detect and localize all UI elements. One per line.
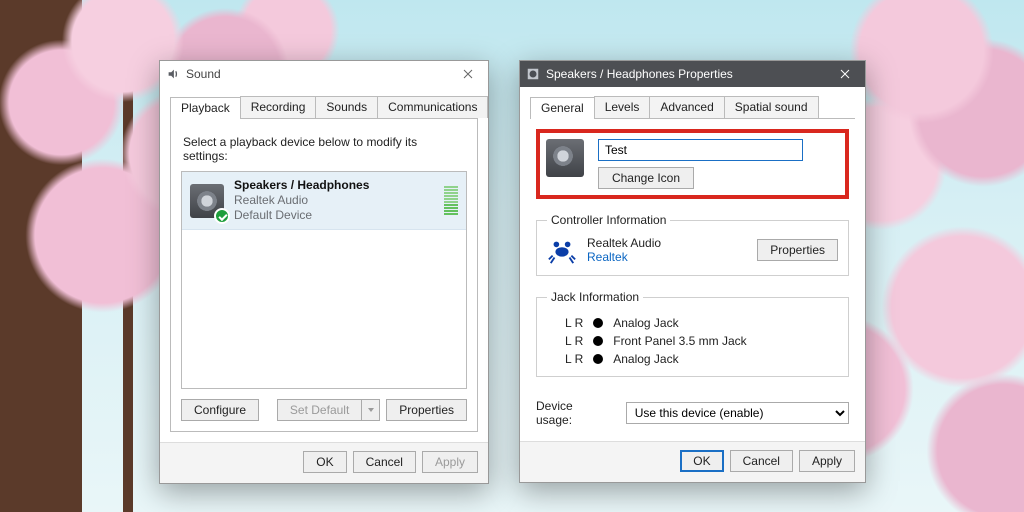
playback-device-list[interactable]: Speakers / Headphones Realtek Audio Defa… bbox=[181, 171, 467, 389]
playback-panel: Select a playback device below to modify… bbox=[170, 119, 478, 432]
device-name-input[interactable] bbox=[598, 139, 803, 161]
apply-button: Apply bbox=[422, 451, 478, 473]
cancel-button[interactable]: Cancel bbox=[730, 450, 793, 472]
jack-row: L R Analog Jack bbox=[565, 316, 838, 330]
speaker-small-icon bbox=[526, 67, 540, 81]
speaker-icon bbox=[190, 184, 224, 218]
set-default-button: Set Default bbox=[277, 399, 362, 421]
jack-row: L R Analog Jack bbox=[565, 352, 838, 366]
jack-dot-icon bbox=[593, 318, 603, 328]
level-meter bbox=[444, 186, 458, 215]
controller-vendor-link[interactable]: Realtek bbox=[587, 250, 747, 264]
tab-spatial-sound[interactable]: Spatial sound bbox=[724, 96, 819, 118]
tab-recording[interactable]: Recording bbox=[240, 96, 317, 118]
jack-label: Front Panel 3.5 mm Jack bbox=[613, 334, 746, 348]
device-usage-select[interactable]: Use this device (enable) bbox=[626, 402, 849, 424]
controller-properties-button[interactable]: Properties bbox=[757, 239, 838, 261]
speaker-icon bbox=[546, 139, 584, 177]
close-button[interactable] bbox=[448, 61, 488, 87]
device-driver: Realtek Audio bbox=[234, 193, 434, 208]
jack-lr: L R bbox=[565, 316, 583, 330]
jack-label: Analog Jack bbox=[613, 352, 678, 366]
jack-label: Analog Jack bbox=[613, 316, 678, 330]
playback-hint: Select a playback device below to modify… bbox=[183, 135, 465, 163]
device-name: Speakers / Headphones bbox=[234, 178, 434, 193]
jack-legend: Jack Information bbox=[547, 290, 643, 304]
realtek-crab-icon bbox=[547, 235, 577, 265]
ok-button[interactable]: OK bbox=[680, 450, 723, 472]
volume-icon bbox=[166, 67, 180, 81]
device-row[interactable]: Speakers / Headphones Realtek Audio Defa… bbox=[182, 172, 466, 230]
tab-playback[interactable]: Playback bbox=[170, 97, 241, 119]
sound-dialog: Sound Playback Recording Sounds Communic… bbox=[159, 60, 489, 484]
jack-lr: L R bbox=[565, 352, 583, 366]
close-button[interactable] bbox=[825, 61, 865, 87]
tab-general[interactable]: General bbox=[530, 97, 595, 119]
sound-body: Playback Recording Sounds Communications… bbox=[160, 87, 488, 442]
tab-communications[interactable]: Communications bbox=[377, 96, 488, 118]
set-default-dropdown-icon bbox=[362, 399, 380, 421]
props-title: Speakers / Headphones Properties bbox=[546, 67, 819, 81]
props-titlebar[interactable]: Speakers / Headphones Properties bbox=[520, 61, 865, 87]
props-tabs: General Levels Advanced Spatial sound bbox=[530, 95, 855, 119]
jack-row: L R Front Panel 3.5 mm Jack bbox=[565, 334, 838, 348]
properties-button[interactable]: Properties bbox=[386, 399, 467, 421]
controller-info-group: Controller Information Realtek Audio Rea… bbox=[536, 213, 849, 276]
configure-button[interactable]: Configure bbox=[181, 399, 259, 421]
cancel-button[interactable]: Cancel bbox=[353, 451, 416, 473]
device-meta: Speakers / Headphones Realtek Audio Defa… bbox=[234, 178, 434, 223]
change-icon-button[interactable]: Change Icon bbox=[598, 167, 694, 189]
tab-advanced[interactable]: Advanced bbox=[649, 96, 724, 118]
device-usage-label: Device usage: bbox=[536, 399, 610, 427]
apply-button[interactable]: Apply bbox=[799, 450, 855, 472]
sound-titlebar[interactable]: Sound bbox=[160, 61, 488, 87]
highlight-box: Change Icon bbox=[536, 129, 849, 199]
jack-dot-icon bbox=[593, 336, 603, 346]
sound-tabs: Playback Recording Sounds Communications bbox=[170, 95, 478, 119]
controller-name: Realtek Audio bbox=[587, 236, 747, 250]
jack-info-group: Jack Information L R Analog Jack L R Fro… bbox=[536, 290, 849, 377]
sound-title: Sound bbox=[186, 67, 442, 81]
ok-button[interactable]: OK bbox=[303, 451, 346, 473]
jack-dot-icon bbox=[593, 354, 603, 364]
controller-legend: Controller Information bbox=[547, 213, 670, 227]
jack-lr: L R bbox=[565, 334, 583, 348]
device-usage-row: Device usage: Use this device (enable) bbox=[536, 399, 849, 427]
sound-footer: OK Cancel Apply bbox=[160, 442, 488, 483]
props-body: General Levels Advanced Spatial sound Ch… bbox=[520, 87, 865, 441]
default-check-icon bbox=[214, 208, 230, 224]
props-footer: OK Cancel Apply bbox=[520, 441, 865, 482]
speaker-properties-dialog: Speakers / Headphones Properties General… bbox=[519, 60, 866, 483]
tab-sounds[interactable]: Sounds bbox=[315, 96, 378, 118]
general-panel: Change Icon Controller Information Realt… bbox=[530, 119, 855, 431]
device-status: Default Device bbox=[234, 208, 434, 223]
tab-levels[interactable]: Levels bbox=[594, 96, 651, 118]
